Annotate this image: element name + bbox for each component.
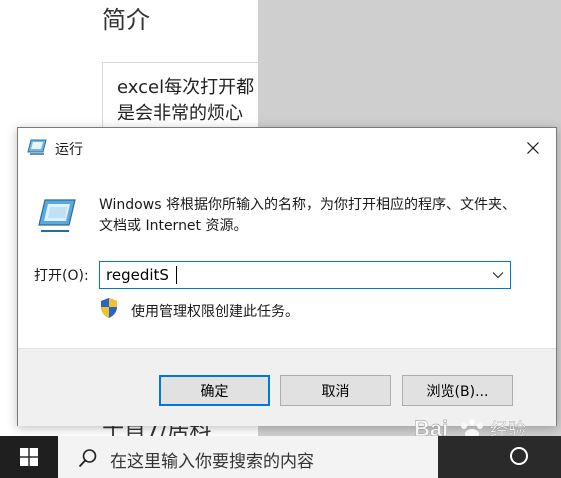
admin-note: 使用管理权限创建此任务。 xyxy=(131,304,299,320)
text-caret xyxy=(176,266,177,284)
search-placeholder: 在这里输入你要搜索的内容 xyxy=(110,452,314,472)
content-box: excel每次打开都 是会非常的烦心 xyxy=(102,62,259,134)
run-icon xyxy=(27,139,47,155)
close-icon xyxy=(527,142,539,154)
taskbar: 在这里输入你要搜索的内容 xyxy=(0,436,561,478)
windows-logo-icon xyxy=(20,448,38,466)
ok-button[interactable]: 确定 xyxy=(159,375,270,406)
run-icon xyxy=(38,199,76,232)
dialog-description: Windows 将根据你所输入的名称，为你打开相应的程序、文件夹、文档或 Int… xyxy=(99,197,516,234)
run-dialog: 运行 Windows 将根据你所输入的名称，为你打开相应的程序、文件夹、文档或 … xyxy=(17,127,557,426)
shield-icon xyxy=(101,298,117,318)
chevron-down-icon[interactable] xyxy=(492,270,504,280)
title-bar[interactable]: 运行 xyxy=(18,128,556,168)
search-icon xyxy=(78,449,97,468)
close-button[interactable] xyxy=(510,128,556,168)
content-line: 是会非常的烦心 xyxy=(117,103,243,124)
command-input[interactable]: regeditS xyxy=(99,261,511,289)
command-value: regeditS xyxy=(106,266,169,284)
cancel-button[interactable]: 取消 xyxy=(280,375,391,406)
cortana-icon[interactable] xyxy=(510,447,528,465)
taskbar-search-box[interactable]: 在这里输入你要搜索的内容 xyxy=(58,436,438,478)
browse-button[interactable]: 浏览(B)... xyxy=(402,375,513,406)
page-title: 简介 xyxy=(102,6,150,34)
dialog-title: 运行 xyxy=(55,142,83,158)
start-button[interactable] xyxy=(0,436,58,478)
content-line: excel每次打开都 xyxy=(117,77,255,98)
open-label: 打开(O): xyxy=(34,268,89,284)
taskbar-right-area xyxy=(438,436,561,478)
dialog-content: Windows 将根据你所输入的名称，为你打开相应的程序、文件夹、文档或 Int… xyxy=(18,168,556,348)
